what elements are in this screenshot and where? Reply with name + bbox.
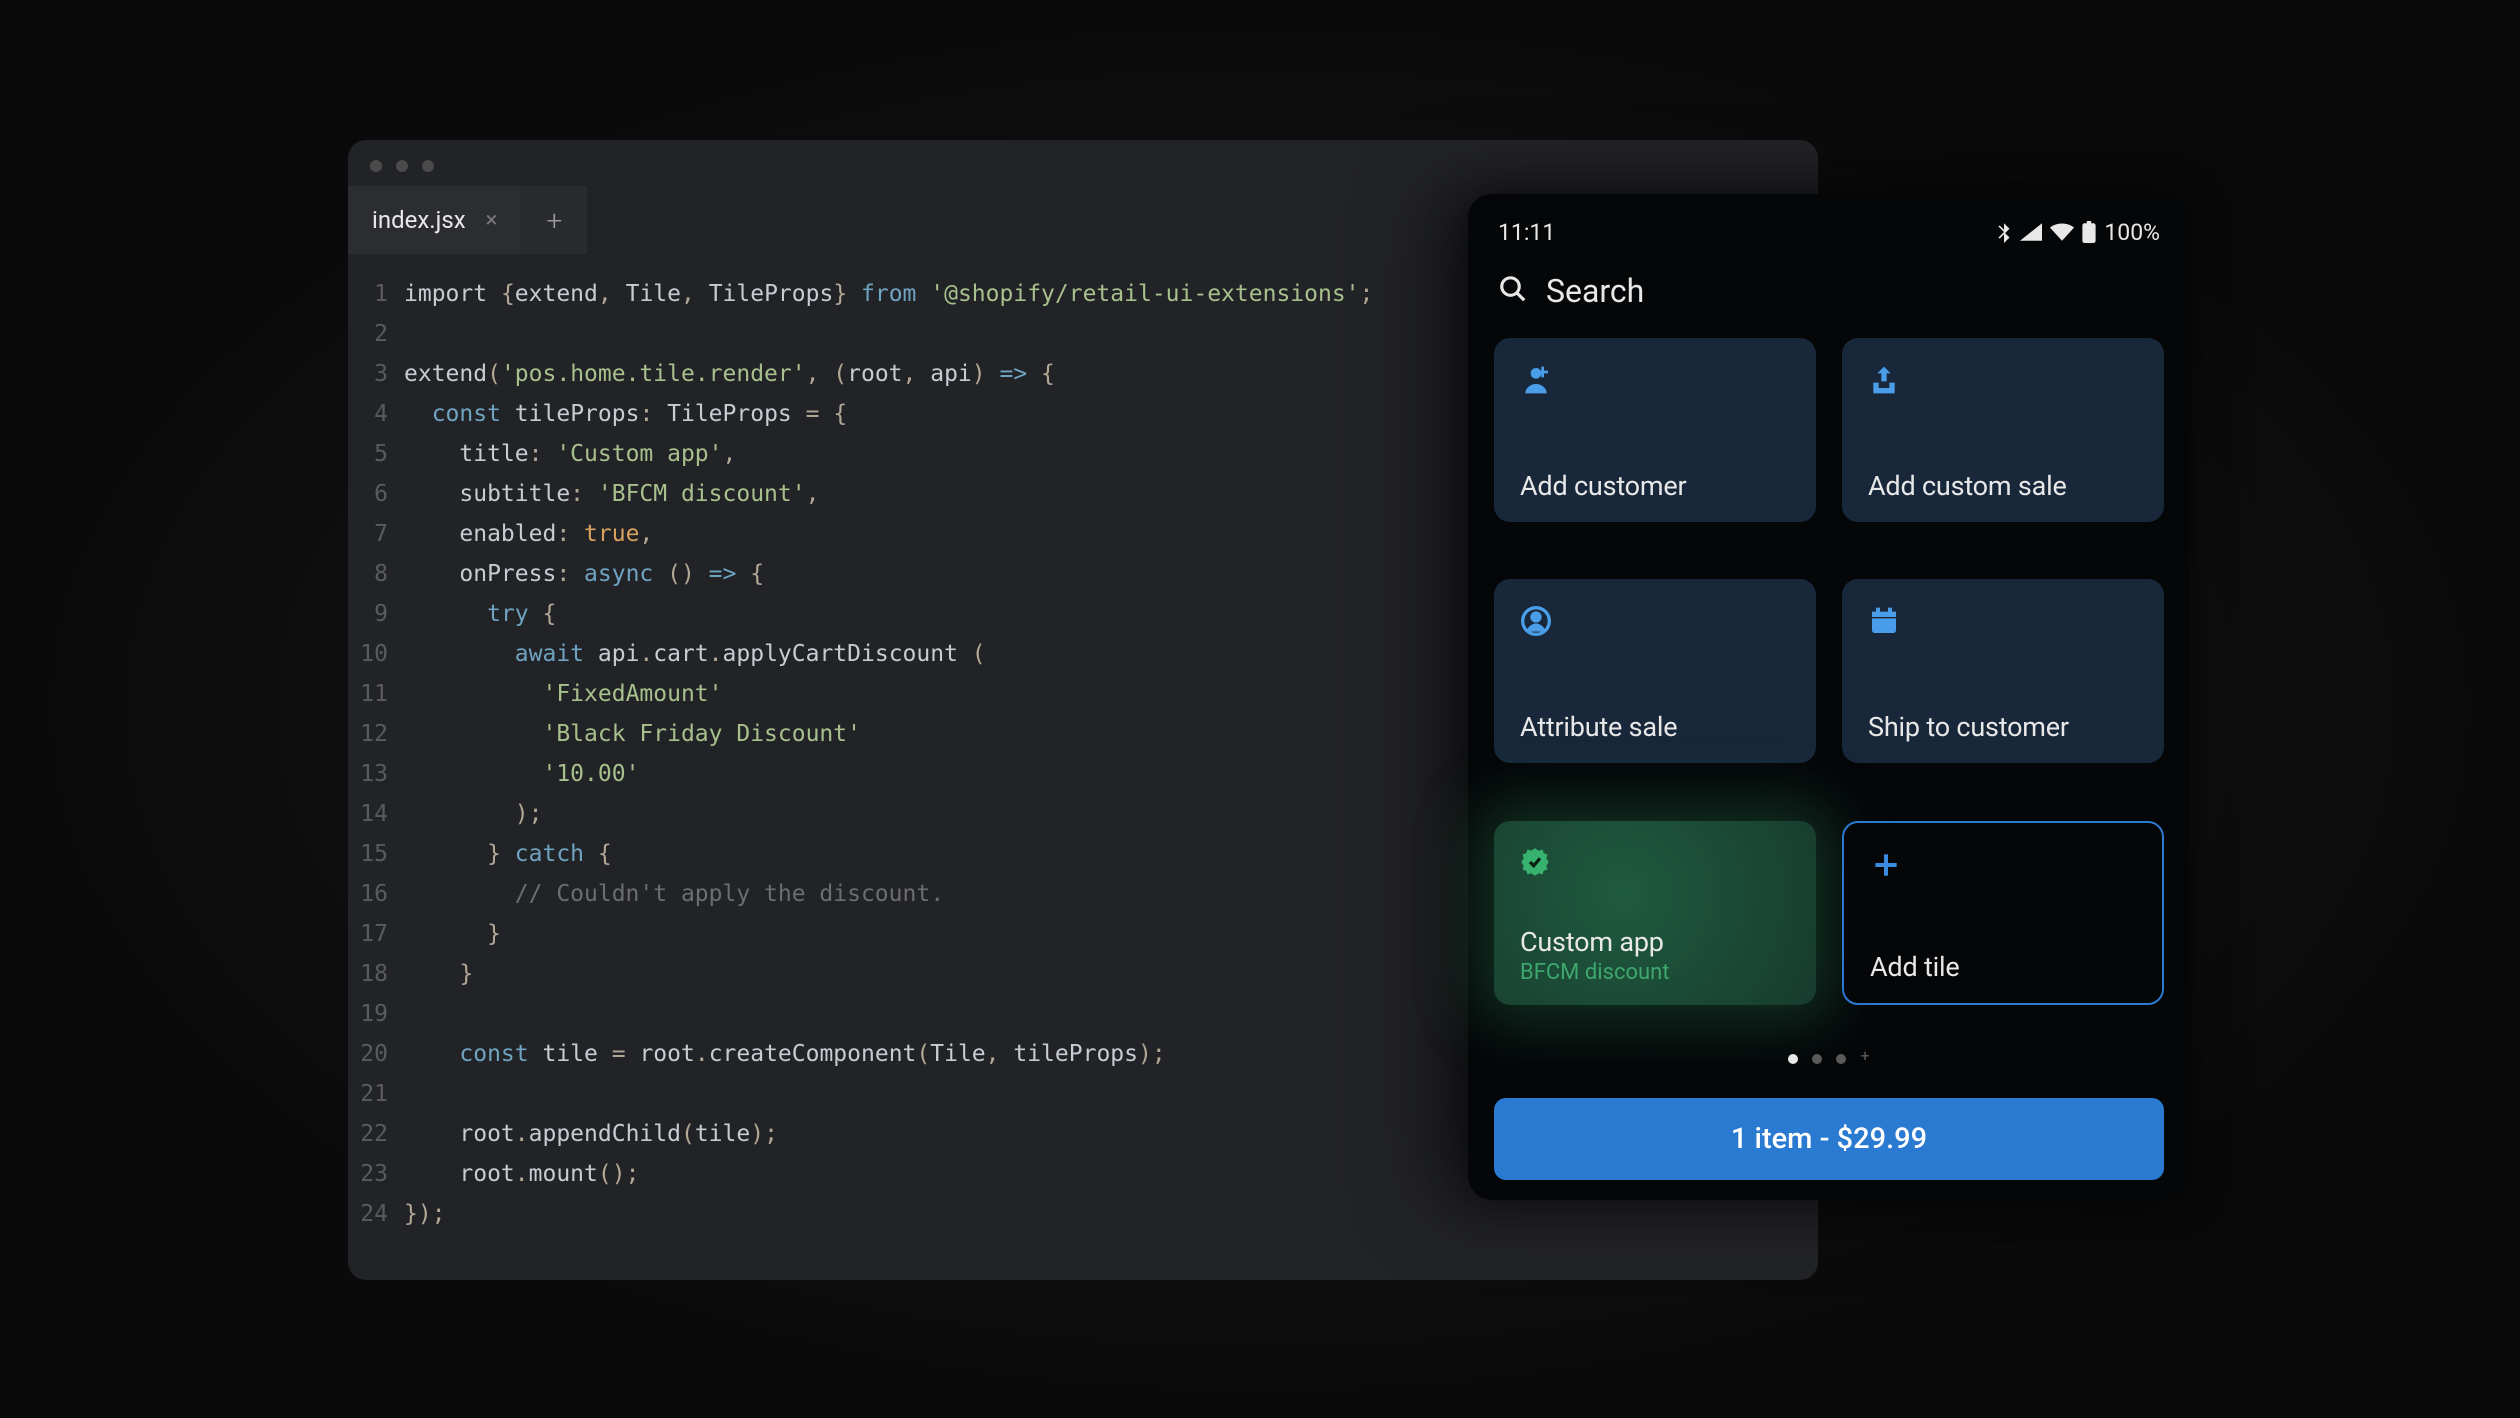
page-dot	[1812, 1054, 1822, 1064]
page-dot	[1788, 1054, 1798, 1064]
tile-title: Attribute sale	[1520, 711, 1790, 743]
code-area[interactable]: import {extend, Tile, TileProps} from '@…	[404, 274, 1373, 1234]
status-time: 11:11	[1498, 219, 1555, 246]
cart-label: 1 item - $29.99	[1731, 1122, 1927, 1156]
upload-icon	[1868, 364, 2138, 404]
tile-title: Ship to customer	[1868, 711, 2138, 743]
close-icon[interactable]: ×	[486, 208, 498, 233]
person-icon	[1520, 364, 1790, 404]
page-indicator[interactable]: +	[1494, 1036, 2164, 1074]
tile-grid: Add customer Add custom sale Attribute sal…	[1494, 338, 2164, 1036]
window-zoom-dot[interactable]	[422, 160, 434, 172]
tile-add-customer[interactable]: Add customer	[1494, 338, 1816, 522]
search-icon	[1498, 274, 1528, 308]
editor-tab-active[interactable]: index.jsx ×	[348, 186, 521, 254]
cellular-icon	[2020, 223, 2042, 241]
badge-icon	[1520, 847, 1790, 887]
tab-label: index.jsx	[372, 206, 466, 234]
tile-title: Add tile	[1870, 951, 2136, 983]
wifi-icon	[2050, 223, 2074, 241]
tile-title: Custom app	[1520, 926, 1790, 958]
device-preview: 11:11 100% Search Add customerAdd custom…	[1468, 194, 2190, 1200]
status-bar: 11:11 100%	[1494, 214, 2164, 250]
tile-custom-app[interactable]: Custom appBFCM discount	[1494, 821, 1816, 1005]
battery-text: 100%	[2104, 219, 2160, 246]
new-tab-button[interactable]: +	[521, 186, 587, 254]
tile-add-tile[interactable]: Add tile	[1842, 821, 2164, 1005]
line-gutter: 123456789101112131415161718192021222324	[348, 274, 404, 1234]
tile-ship-to-customer[interactable]: Ship to customer	[1842, 579, 2164, 763]
window-close-dot[interactable]	[370, 160, 382, 172]
add-page-icon[interactable]: +	[1860, 1051, 1869, 1064]
tile-add-custom-sale[interactable]: Add custom sale	[1842, 338, 2164, 522]
battery-icon	[2082, 221, 2096, 243]
tile-subtitle: BFCM discount	[1520, 960, 1790, 985]
plus-icon	[1870, 849, 2136, 889]
person-circle-icon	[1520, 605, 1790, 645]
bluetooth-icon	[1996, 221, 2012, 243]
window-minimize-dot[interactable]	[396, 160, 408, 172]
page-dot	[1836, 1054, 1846, 1064]
tile-title: Add customer	[1520, 470, 1790, 502]
search-label: Search	[1546, 272, 1644, 310]
search-button[interactable]: Search	[1494, 250, 2164, 338]
tile-title: Add custom sale	[1868, 470, 2138, 502]
cart-button[interactable]: 1 item - $29.99	[1494, 1098, 2164, 1180]
calendar-icon	[1868, 605, 2138, 645]
tile-attribute-sale[interactable]: Attribute sale	[1494, 579, 1816, 763]
window-traffic-lights	[348, 140, 1818, 186]
